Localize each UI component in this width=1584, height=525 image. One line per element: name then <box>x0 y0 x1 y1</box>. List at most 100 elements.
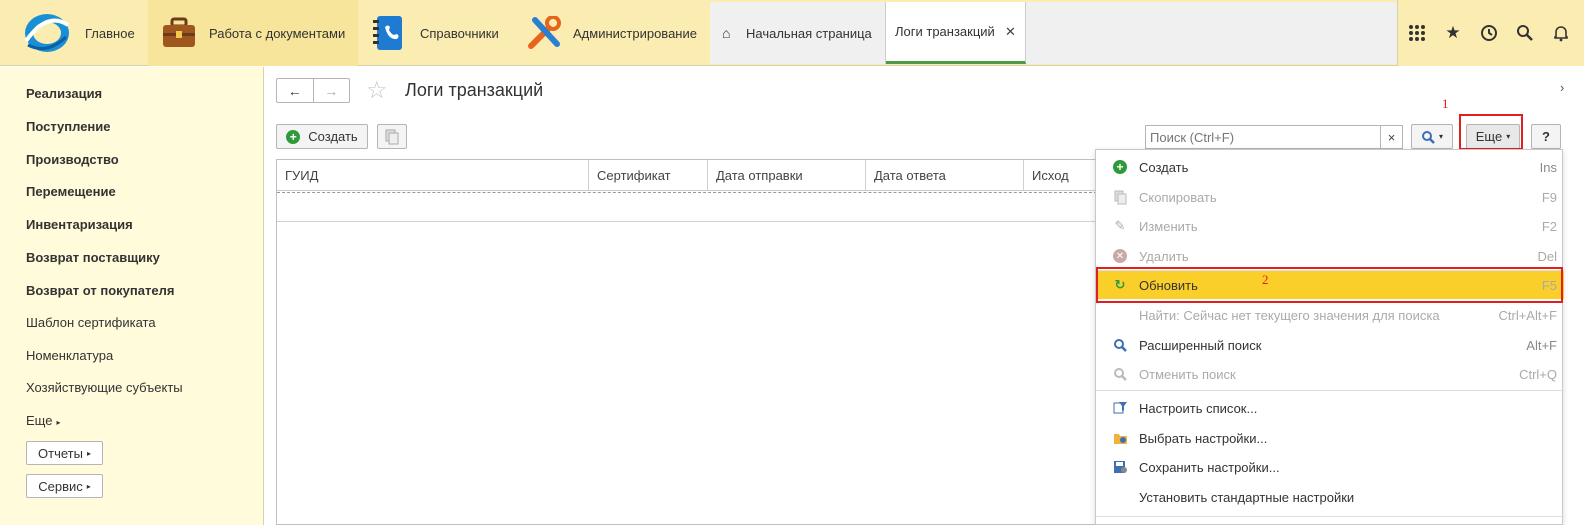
search-icon[interactable] <box>1514 22 1536 44</box>
tab-bar: ⌂ Начальная страница Логи транзакций ✕ <box>710 2 1397 64</box>
section-administration[interactable]: Администрирование <box>510 0 710 66</box>
menu-item-label: Удалить <box>1139 248 1189 264</box>
logo-icon <box>24 14 70 52</box>
star-icon[interactable]: ★ <box>1442 22 1464 44</box>
history-nav: ← → <box>276 78 350 103</box>
sidebar-item-nomenclature[interactable]: Номенклатура <box>26 348 113 363</box>
menu-item-shortcut: Ins <box>1539 159 1557 175</box>
menu-item-label: Создать <box>1139 159 1189 175</box>
menu-item-edit[interactable]: ✎ Изменить F2 <box>1096 212 1564 240</box>
tab-transaction-logs[interactable]: Логи транзакций ✕ <box>886 2 1026 64</box>
menu-item-label: Отменить поиск <box>1139 366 1236 382</box>
help-button[interactable]: ? <box>1531 124 1561 149</box>
history-icon[interactable] <box>1478 22 1500 44</box>
bell-icon[interactable] <box>1550 22 1572 44</box>
menu-separator <box>1096 516 1564 517</box>
caret-down-icon: ▾ <box>1438 132 1443 141</box>
magnifier-icon <box>1421 130 1435 144</box>
annotation-box-1 <box>1459 114 1523 150</box>
menu-item-advanced-search[interactable]: Расширенный поиск Alt+F <box>1096 331 1564 359</box>
search-button[interactable]: ▾ <box>1411 124 1453 149</box>
tab-transaction-logs-label: Логи транзакций <box>895 24 995 39</box>
section-documents[interactable]: Работа с документами <box>148 0 358 66</box>
menu-item-shortcut: Ctrl+Alt+F <box>1498 307 1557 323</box>
sidebar-item-certificate-template[interactable]: Шаблон сертификата <box>26 315 156 330</box>
menu-item-select-settings[interactable]: Выбрать настройки... <box>1096 424 1564 452</box>
table-header: ГУИД Сертификат Дата отправки Дата ответ… <box>277 160 1097 191</box>
search-field[interactable]: × <box>1145 125 1403 149</box>
reports-button[interactable]: Отчеты ▸ <box>26 441 103 465</box>
annotation-label-1: 1 <box>1442 96 1449 111</box>
copy-icon <box>385 129 399 144</box>
address-book-icon <box>373 16 402 50</box>
annotation-box-2 <box>1096 267 1563 303</box>
column-outcome[interactable]: Исход <box>1024 160 1097 191</box>
tools-icon <box>528 16 561 49</box>
caret-right-icon: ▸ <box>56 418 61 427</box>
caret-right-icon: ▸ <box>86 448 91 458</box>
column-response-date[interactable]: Дата ответа <box>866 160 1024 191</box>
filter-settings-icon <box>1112 400 1128 416</box>
cancel-search-icon <box>1112 366 1128 382</box>
table-row[interactable] <box>277 192 1097 222</box>
menu-item-shortcut: F9 <box>1541 189 1557 205</box>
tab-home[interactable]: ⌂ Начальная страница <box>710 2 886 64</box>
menu-item-create[interactable]: + Создать Ins <box>1096 153 1564 181</box>
sidebar-item-business-entities[interactable]: Хозяйствующие субъекты <box>26 380 183 395</box>
column-certificate[interactable]: Сертификат <box>589 160 708 191</box>
menu-item-default-settings[interactable]: Установить стандартные настройки <box>1096 483 1564 511</box>
chevron-right-icon[interactable]: › <box>1560 80 1564 95</box>
menu-item-label: Настроить список... <box>1139 400 1258 416</box>
section-main-label: Главное <box>85 25 135 41</box>
section-main[interactable]: Главное <box>0 0 148 66</box>
data-table: ГУИД Сертификат Дата отправки Дата ответ… <box>276 159 1097 525</box>
menu-separator <box>1096 390 1564 391</box>
column-send-date[interactable]: Дата отправки <box>708 160 866 191</box>
search-input[interactable] <box>1146 126 1380 148</box>
menu-item-save-settings[interactable]: Сохранить настройки... <box>1096 453 1564 481</box>
menu-item-label: Изменить <box>1139 218 1198 234</box>
create-button[interactable]: + Создать <box>276 124 368 149</box>
caret-right-icon: ▸ <box>86 481 91 491</box>
save-settings-icon <box>1112 459 1128 475</box>
service-label: Сервис <box>38 478 83 494</box>
folder-settings-icon <box>1112 430 1128 446</box>
sidebar-item-return-from-customer[interactable]: Возврат от покупателя <box>26 283 174 298</box>
close-tab-icon[interactable]: ✕ <box>1005 24 1016 40</box>
copy-button[interactable] <box>377 124 407 149</box>
column-guid[interactable]: ГУИД <box>277 160 589 191</box>
sidebar-item-more[interactable]: Еще ▸ <box>26 413 60 428</box>
sidebar-item-production[interactable]: Производство <box>26 152 119 167</box>
menu-item-copy[interactable]: Скопировать F9 <box>1096 183 1564 211</box>
home-icon: ⌂ <box>722 25 731 41</box>
menu-item-shortcut: Alt+F <box>1526 337 1557 353</box>
service-button[interactable]: Сервис ▸ <box>26 474 103 498</box>
apps-grid-icon[interactable] <box>1406 22 1428 44</box>
advanced-search-icon <box>1112 337 1128 353</box>
tab-home-label: Начальная страница <box>746 25 872 41</box>
sidebar-item-return-to-supplier[interactable]: Возврат поставщику <box>26 250 160 265</box>
sidebar-more-label: Еще <box>26 413 53 428</box>
favorite-star-icon[interactable]: ☆ <box>366 78 388 104</box>
create-button-label: Создать <box>308 129 358 144</box>
copy-icon <box>1112 189 1128 205</box>
menu-item-configure-list[interactable]: Настроить список... <box>1096 394 1564 422</box>
menu-item-find[interactable]: Найти: Сейчас нет текущего значения для … <box>1096 301 1564 329</box>
reports-label: Отчеты <box>38 445 83 461</box>
sidebar-item-inventory[interactable]: Инвентаризация <box>26 217 133 232</box>
delete-circle-icon: ✕ <box>1112 248 1128 264</box>
menu-item-label: Найти: Сейчас нет текущего значения для … <box>1139 307 1440 323</box>
menu-item-label: Скопировать <box>1139 189 1217 205</box>
menu-item-cancel-search[interactable]: Отменить поиск Ctrl+Q <box>1096 360 1564 388</box>
sidebar-item-transfer[interactable]: Перемещение <box>26 184 116 199</box>
section-references[interactable]: Справочники <box>358 0 510 66</box>
back-arrow-icon[interactable]: ← <box>277 79 314 102</box>
menu-item-label: Установить стандартные настройки <box>1139 489 1355 505</box>
menu-item-delete[interactable]: ✕ Удалить Del <box>1096 242 1564 270</box>
menu-item-shortcut: Del <box>1537 248 1557 264</box>
forward-arrow-icon[interactable]: → <box>314 79 350 102</box>
clear-search-icon[interactable]: × <box>1380 126 1402 148</box>
sidebar-item-receipts[interactable]: Поступление <box>26 119 111 134</box>
sidebar-item-sales[interactable]: Реализация <box>26 86 102 101</box>
top-right-toolbar: ★ <box>1397 0 1584 66</box>
